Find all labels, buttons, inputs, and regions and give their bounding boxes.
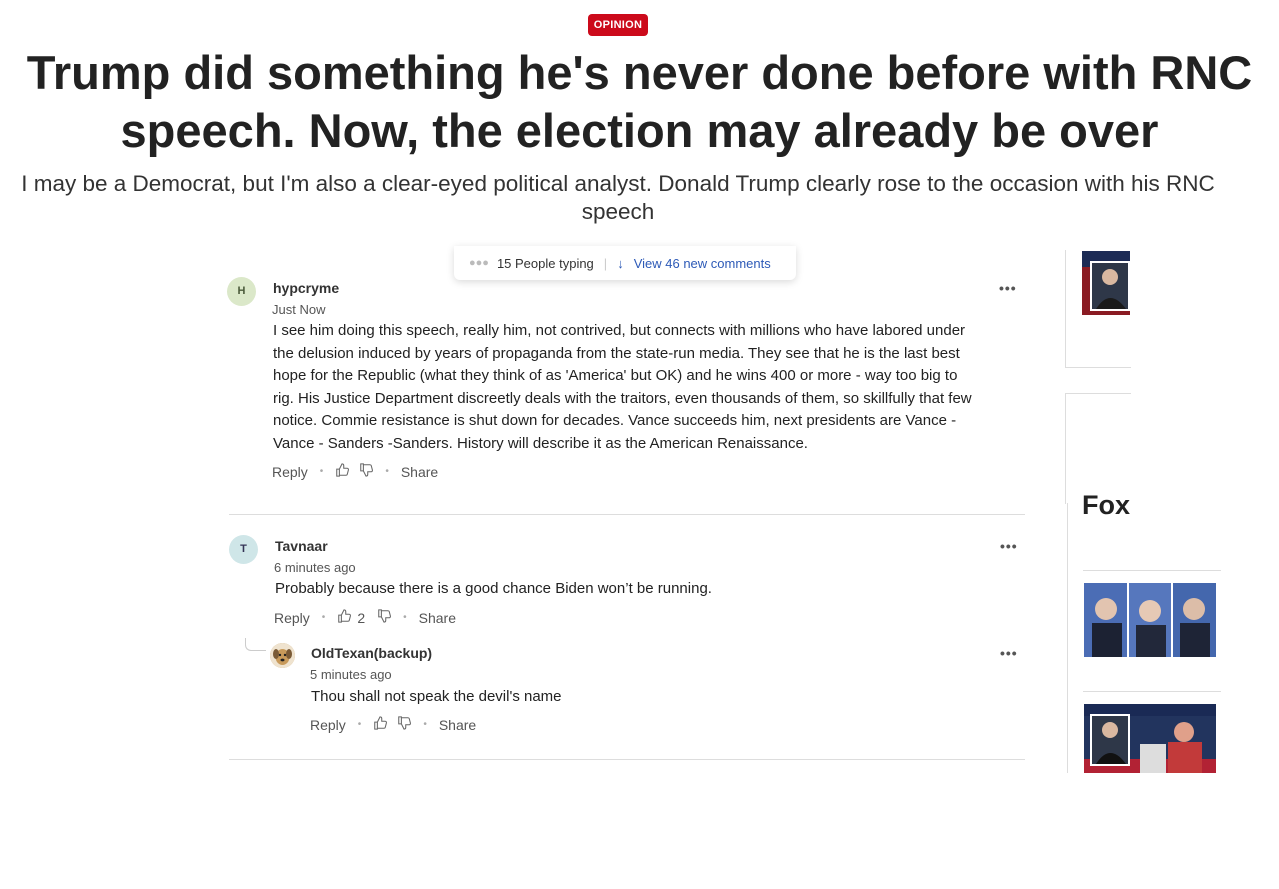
- comment-body: Thou shall not speak the devil's name: [311, 688, 562, 705]
- share-button[interactable]: Share: [439, 717, 476, 733]
- comment-body: Probably because there is a good chance …: [275, 580, 712, 597]
- more-options-button[interactable]: •••: [1000, 645, 1018, 661]
- sidebar-card: [1065, 393, 1131, 504]
- comment-username[interactable]: OldTexan(backup): [311, 645, 432, 661]
- comment-timestamp[interactable]: 5 minutes ago: [310, 667, 392, 682]
- comment-username[interactable]: hypcryme: [273, 280, 339, 296]
- comment-actions: Reply • • Share: [272, 463, 438, 480]
- comment-divider: [229, 514, 1025, 515]
- comment-timestamp[interactable]: 6 minutes ago: [274, 560, 356, 575]
- sidebar-thumbnail-image[interactable]: [1084, 704, 1216, 773]
- comment-timestamp[interactable]: Just Now: [272, 302, 325, 317]
- reply-button[interactable]: Reply: [310, 717, 346, 733]
- article-headline: Trump did something he's never done befo…: [26, 46, 1253, 157]
- typing-dots-icon: ●●●: [469, 257, 489, 269]
- sidebar-thumbnail-image[interactable]: [1082, 251, 1130, 315]
- separator-dot: •: [403, 612, 407, 623]
- arrow-down-icon[interactable]: ↓: [617, 256, 624, 271]
- avatar[interactable]: T: [229, 535, 258, 564]
- view-new-comments-link[interactable]: View 46 new comments: [634, 256, 771, 271]
- separator-dot: •: [357, 719, 362, 730]
- article-dek: I may be a Democrat, but I'm also a clea…: [21, 171, 1215, 224]
- thumbs-up-icon[interactable]: [373, 716, 388, 733]
- separator-dot: •: [319, 466, 324, 477]
- typing-indicator: 15 People typing: [496, 255, 594, 271]
- sidebar-title: Fox: [1082, 490, 1130, 520]
- separator-dot: •: [423, 719, 427, 730]
- comment-actions: Reply • 2 • Share: [274, 609, 456, 626]
- thread-connector: [245, 638, 266, 651]
- share-button[interactable]: Share: [401, 464, 438, 480]
- more-options-button[interactable]: •••: [1000, 538, 1018, 554]
- opinion-badge: OPINION: [588, 14, 648, 36]
- like-count: 2: [357, 609, 366, 626]
- comment-divider: [229, 759, 1025, 760]
- thumbs-down-icon[interactable]: [397, 716, 412, 733]
- comment-actions: Reply • • Share: [310, 716, 476, 733]
- separator-dot: •: [321, 612, 326, 623]
- thumbs-up-icon[interactable]: [337, 609, 352, 626]
- reply-button[interactable]: Reply: [272, 464, 308, 480]
- thumbs-up-icon[interactable]: [335, 463, 350, 480]
- thumbs-down-icon[interactable]: [359, 463, 374, 480]
- reply-button[interactable]: Reply: [274, 610, 310, 626]
- comment-username[interactable]: Tavnaar: [275, 538, 328, 554]
- sidebar-divider: [1083, 570, 1221, 571]
- share-button[interactable]: Share: [419, 610, 456, 626]
- sidebar-thumbnail-image[interactable]: [1084, 583, 1216, 657]
- separator-dot: •: [385, 466, 389, 477]
- dog-avatar-icon: [270, 643, 295, 668]
- comment-body: I see him doing this speech, really him,…: [273, 322, 972, 452]
- sidebar-border: [1067, 503, 1069, 773]
- sidebar-divider: [1083, 691, 1221, 692]
- divider: |: [603, 255, 608, 271]
- avatar[interactable]: H: [227, 277, 256, 306]
- more-options-button[interactable]: •••: [999, 280, 1017, 296]
- comments-notification-bar: ●●● 15 People typing | ↓ View 46 new com…: [454, 246, 796, 280]
- avatar[interactable]: [270, 643, 295, 668]
- thumbs-down-icon[interactable]: [377, 609, 392, 626]
